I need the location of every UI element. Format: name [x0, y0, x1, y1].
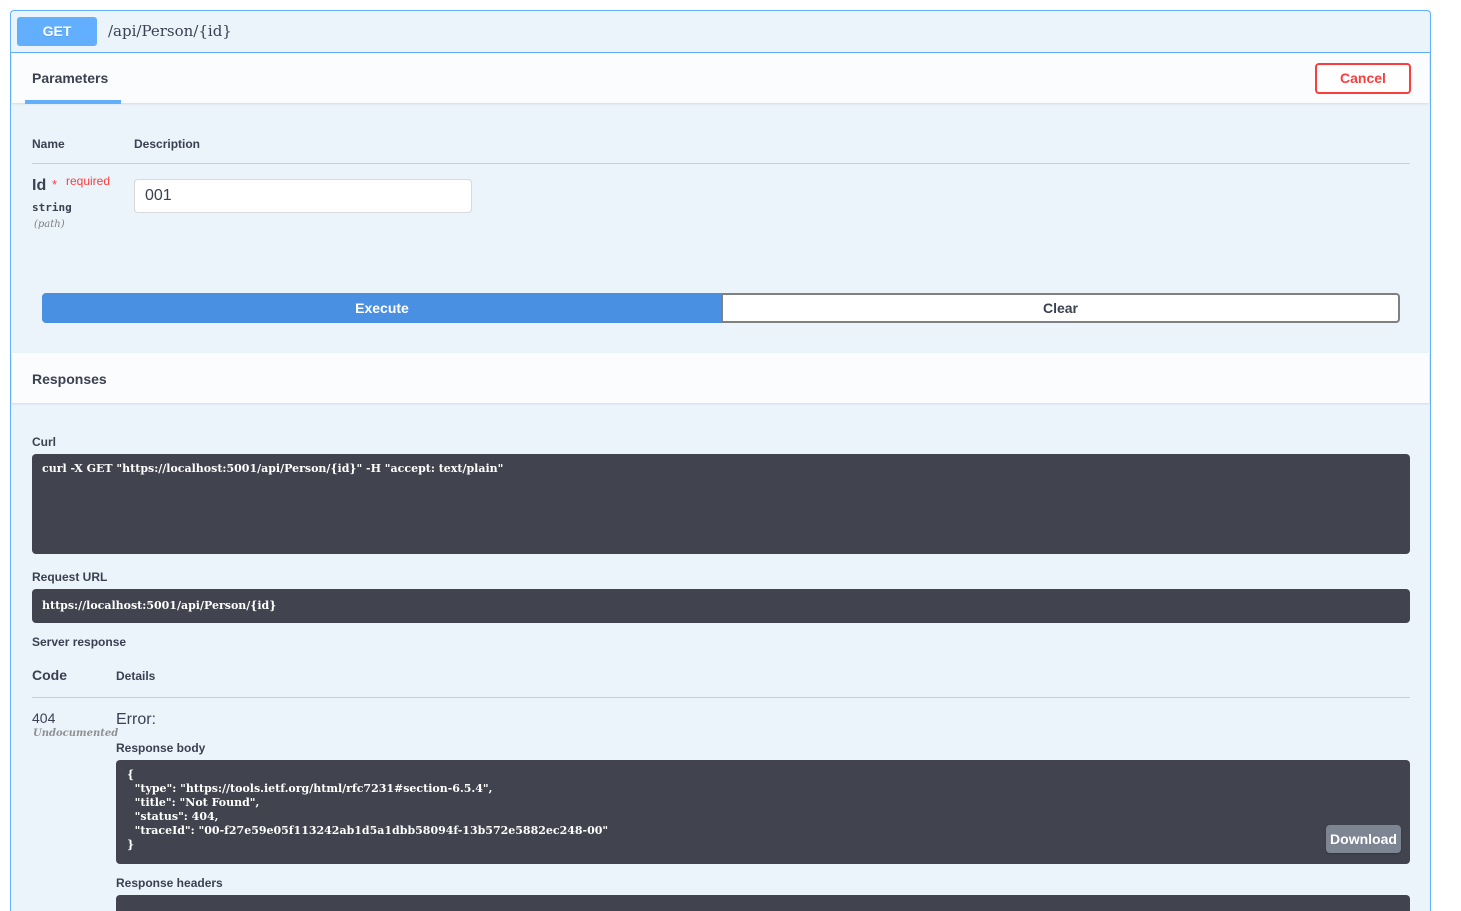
curl-label: Curl — [32, 435, 56, 449]
details-column-header: Details — [116, 669, 156, 683]
required-label: required — [66, 174, 111, 188]
tab-active-indicator — [25, 100, 121, 104]
http-method-badge: GET — [17, 17, 97, 46]
cancel-button[interactable]: Cancel — [1315, 63, 1411, 94]
tab-parameters[interactable]: Parameters — [32, 70, 108, 86]
code-column-header: Code — [32, 667, 67, 683]
required-star: * — [52, 177, 58, 192]
clear-button[interactable]: Clear — [721, 293, 1400, 323]
operation-summary[interactable]: GET /api/Person/{id} — [11, 11, 1430, 53]
parameters-divider — [32, 163, 1410, 164]
request-url-label: Request URL — [32, 570, 108, 584]
request-url-box[interactable]: https://localhost:5001/api/Person/{id} — [32, 589, 1410, 623]
response-headers-box[interactable] — [116, 895, 1410, 911]
column-header-description: Description — [134, 137, 201, 151]
response-body-label: Response body — [116, 741, 206, 755]
parameters-header: Parameters Cancel — [12, 53, 1429, 104]
download-button[interactable]: Download — [1326, 825, 1401, 853]
execute-button[interactable]: Execute — [42, 293, 722, 323]
response-headers-label: Response headers — [116, 876, 223, 890]
param-type: string — [32, 201, 72, 214]
responses-header: Responses — [12, 353, 1429, 403]
status-code: 404 — [32, 710, 56, 726]
endpoint-path: /api/Person/{id} — [108, 22, 232, 40]
id-input[interactable] — [134, 179, 472, 213]
param-name: Id — [32, 177, 47, 194]
error-label: Error: — [116, 711, 156, 728]
response-table-divider — [32, 697, 1410, 698]
operation-block: GET /api/Person/{id} Parameters Cancel N… — [10, 10, 1431, 911]
column-header-name: Name — [32, 137, 65, 151]
response-body-box[interactable]: { "type": "https://tools.ietf.org/html/r… — [116, 760, 1410, 864]
param-location: (path) — [34, 219, 65, 230]
status-note: Undocumented — [33, 728, 119, 739]
server-response-label: Server response — [32, 635, 127, 649]
curl-command-box[interactable]: curl -X GET "https://localhost:5001/api/… — [32, 454, 1410, 554]
responses-title: Responses — [32, 371, 107, 387]
